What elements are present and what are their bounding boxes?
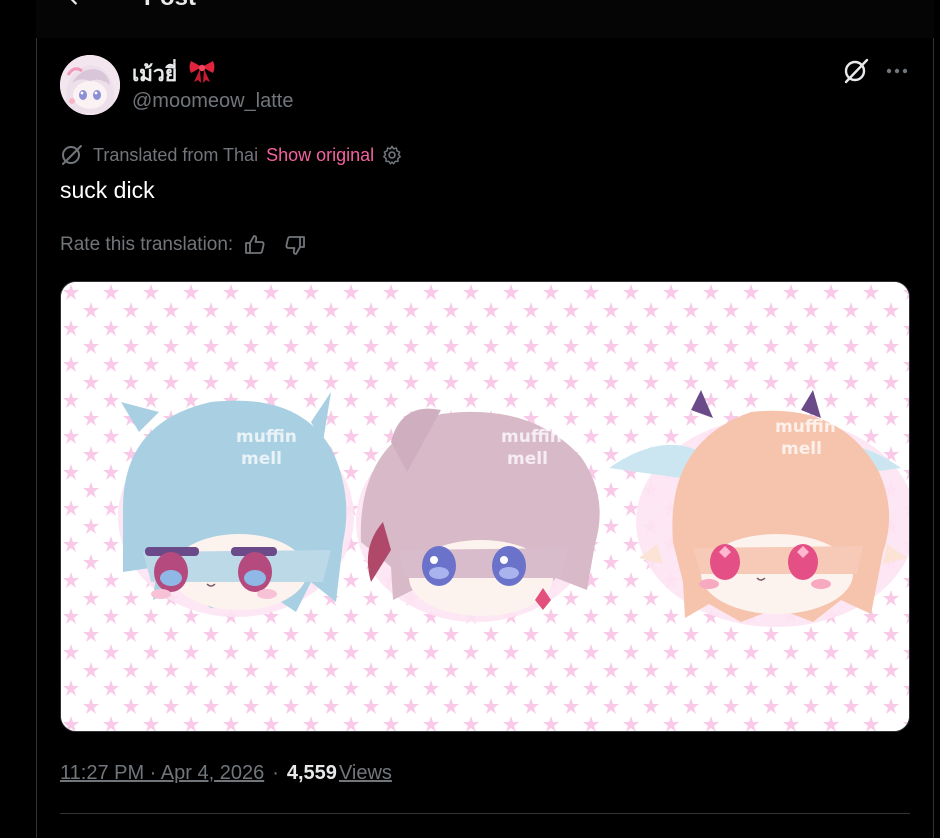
thumbs-up-icon[interactable]: [243, 233, 267, 257]
watermark-line2: mell: [241, 449, 282, 469]
show-original-link[interactable]: Show original: [266, 145, 374, 166]
translation-bar: Translated from Thai Show original: [60, 143, 403, 167]
more-horizontal-icon[interactable]: [884, 60, 910, 82]
watermark-line2: mell: [781, 439, 822, 459]
watermark-line2: mell: [507, 449, 548, 469]
avatar[interactable]: [60, 55, 120, 115]
author-handle[interactable]: @moomeow_latte: [132, 90, 293, 113]
views-count: 4,559: [286, 761, 337, 784]
author-display-name[interactable]: เม้วยี่: [132, 58, 177, 91]
thumbs-down-icon[interactable]: [283, 233, 307, 257]
rate-translation-label: Rate this translation:: [60, 234, 234, 255]
gear-icon[interactable]: [381, 144, 403, 166]
arrow-left-icon[interactable]: [62, 0, 84, 8]
views-link[interactable]: Views: [339, 762, 392, 785]
watermark-line1: muffin: [501, 427, 562, 447]
page-title: Post: [144, 0, 196, 12]
post-timestamp[interactable]: 11:27 PM · Apr 4, 2026: [60, 762, 264, 785]
post-image[interactable]: muffin mell muffin mell muffin mell: [60, 281, 910, 732]
rate-translation-bar: Rate this translation:: [60, 232, 307, 258]
ribbon-icon: [189, 61, 215, 83]
watermark-line1: muffin: [236, 427, 297, 447]
chibi-mauve-hair: [356, 408, 600, 622]
translated-from-label: Translated from Thai: [93, 144, 259, 165]
post-text: suck dick: [60, 177, 155, 203]
meta-separator: ·: [272, 761, 279, 784]
chibi-artwork: muffin mell muffin mell muffin mell: [61, 282, 909, 731]
post-meta: 11:27 PM · Apr 4, 2026 · 4,559 Views: [60, 760, 392, 786]
translate-icon: [62, 145, 82, 165]
grok-icon[interactable]: [842, 57, 870, 85]
watermark-line1: muffin: [775, 417, 836, 437]
divider: [60, 813, 910, 814]
avatar-image: [60, 55, 120, 115]
